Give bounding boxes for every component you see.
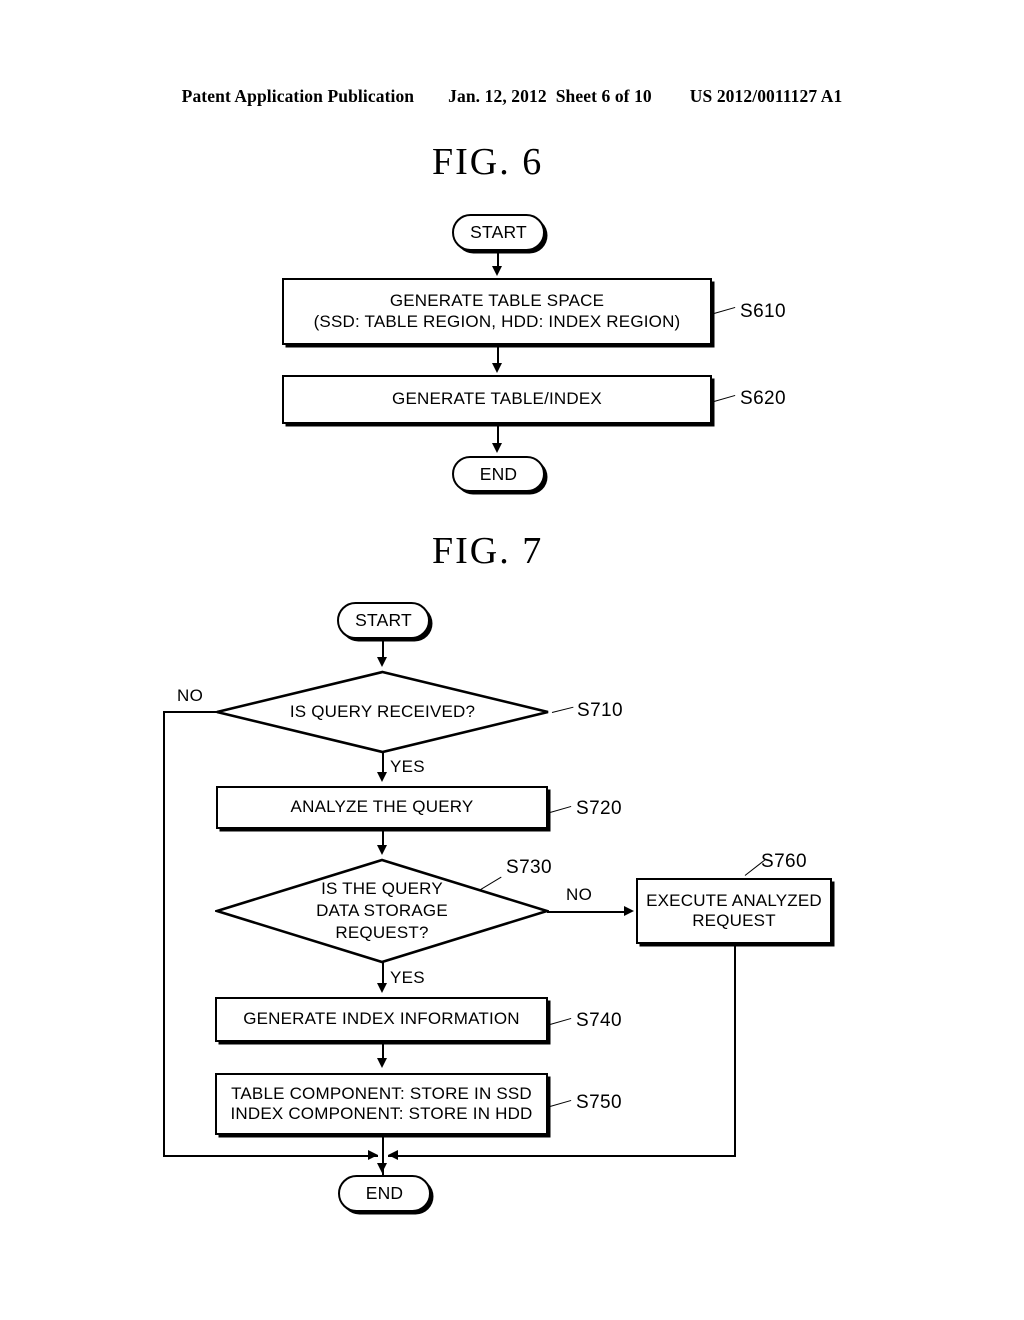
fig7-arrow-s710-to-s720 <box>377 772 387 782</box>
fig7-connector-s740-to-s750 <box>382 1044 384 1059</box>
fig7-connector-s760-to-end-horizontal <box>388 1155 736 1157</box>
fig7-step-label-s740: S740 <box>576 1010 622 1031</box>
header-sheet-text: Sheet 6 of 10 <box>555 86 652 106</box>
fig6-leader-s610 <box>713 306 736 314</box>
fig7-decision-s730: IS THE QUERY DATA STORAGE REQUEST? <box>215 858 549 964</box>
fig7-step-label-s760: S760 <box>761 851 807 872</box>
fig7-leader-s710 <box>551 706 574 713</box>
fig7-connector-s710-no-horizontal <box>163 711 217 713</box>
fig7-branch-label-s730-yes: YES <box>390 968 425 987</box>
header-publication-text: Patent Application Publication <box>181 86 415 106</box>
fig7-decision-s730-label: IS THE QUERY DATA STORAGE REQUEST? <box>316 878 448 943</box>
fig6-step-label-s620: S620 <box>740 388 786 409</box>
fig7-branch-label-s710-no: NO <box>177 686 204 705</box>
fig7-step-s720-box: ANALYZE THE QUERY <box>216 786 548 829</box>
fig7-leader-s740 <box>549 1017 572 1025</box>
fig7-arrow-no-loop-into-end <box>368 1150 378 1160</box>
header-patent-number-text: US 2012/0011127 A1 <box>689 86 843 106</box>
fig6-arrow-s610-to-s620 <box>492 363 502 373</box>
fig7-connector-s710-no-vertical <box>163 711 165 1156</box>
fig7-arrow-start-to-s710 <box>377 657 387 667</box>
fig7-end-node: END <box>338 1175 431 1212</box>
fig7-leader-s720 <box>549 805 572 813</box>
fig7-decision-s710-label: IS QUERY RECEIVED? <box>289 701 476 721</box>
fig6-step-label-s610: S610 <box>740 301 786 322</box>
fig7-decision-s710: IS QUERY RECEIVED? <box>215 670 550 754</box>
fig7-arrow-s720-to-s730 <box>377 845 387 855</box>
fig7-connector-s760-to-end-vertical <box>734 946 736 1156</box>
fig6-step-s610-box: GENERATE TABLE SPACE (SSD: TABLE REGION,… <box>282 278 712 345</box>
fig6-leader-s620 <box>713 394 736 402</box>
fig7-start-node: START <box>337 602 430 639</box>
fig7-arrow-s740-to-s750 <box>377 1058 387 1068</box>
header-date-text: Jan. 12, 2012 <box>448 86 547 106</box>
fig7-connector-s710-to-s720 <box>382 752 384 774</box>
fig6-start-node: START <box>452 214 545 251</box>
page-header: Patent Application Publication Jan. 12, … <box>0 86 1024 107</box>
fig7-connector-s730-to-s740 <box>382 962 384 984</box>
fig6-arrow-start-to-s610 <box>492 266 502 276</box>
fig7-step-label-s710: S710 <box>577 700 623 721</box>
fig7-connector-no-loop-to-end <box>163 1155 378 1157</box>
fig7-connector-s730-to-s760 <box>547 911 627 913</box>
fig6-step-s620-box: GENERATE TABLE/INDEX <box>282 375 712 424</box>
fig7-step-s740-box: GENERATE INDEX INFORMATION <box>215 997 548 1042</box>
figure-7-title: FIG. 7 <box>432 530 544 572</box>
fig7-arrow-s750-to-end <box>377 1163 387 1173</box>
fig6-end-node: END <box>452 456 545 492</box>
fig7-leader-s750 <box>549 1099 572 1107</box>
fig7-step-s750-box: TABLE COMPONENT: STORE IN SSD INDEX COMP… <box>215 1073 548 1135</box>
fig7-step-label-s720: S720 <box>576 798 622 819</box>
fig7-step-label-s750: S750 <box>576 1092 622 1113</box>
fig7-branch-label-s710-yes: YES <box>390 757 425 776</box>
fig7-branch-label-s730-no: NO <box>566 885 593 904</box>
fig7-connector-start-to-s710 <box>382 639 384 659</box>
fig7-step-s760-box: EXECUTE ANALYZED REQUEST <box>636 878 832 944</box>
fig7-arrow-s760-loop-into-end <box>388 1150 398 1160</box>
fig7-step-label-s730: S730 <box>506 857 552 878</box>
fig7-arrow-s730-to-s760 <box>624 906 634 916</box>
figure-6-title: FIG. 6 <box>432 141 544 183</box>
fig7-arrow-s730-to-s740 <box>377 983 387 993</box>
fig6-arrow-s620-to-end <box>492 443 502 453</box>
